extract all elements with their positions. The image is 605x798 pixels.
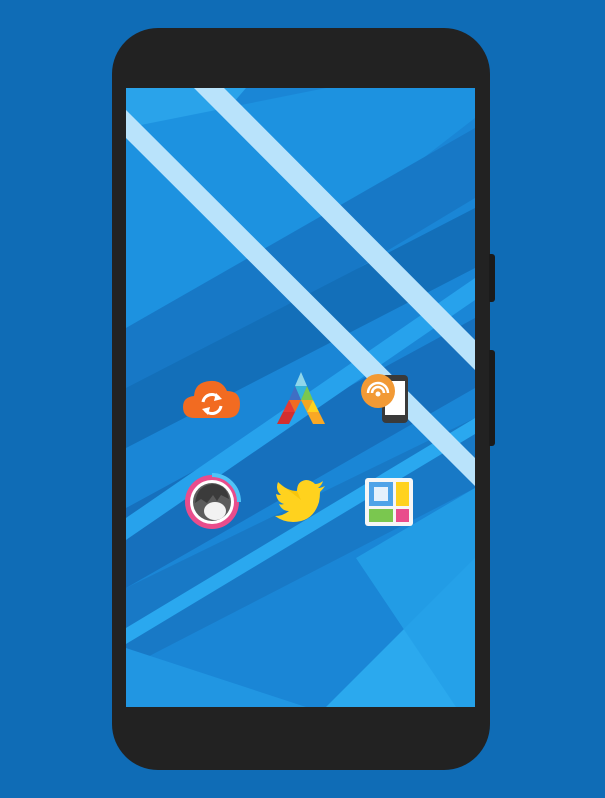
avatar-ring-icon[interactable] — [182, 472, 242, 532]
photo-collage-icon[interactable] — [359, 472, 419, 532]
power-button[interactable] — [489, 254, 495, 302]
twitter-bird-icon[interactable] — [271, 472, 331, 532]
phone-hotspot-icon[interactable] — [359, 368, 419, 428]
volume-button[interactable] — [489, 350, 495, 446]
home-screen — [126, 88, 475, 707]
triangle-a-icon[interactable] — [271, 368, 331, 428]
cloud-sync-icon[interactable] — [182, 368, 242, 428]
